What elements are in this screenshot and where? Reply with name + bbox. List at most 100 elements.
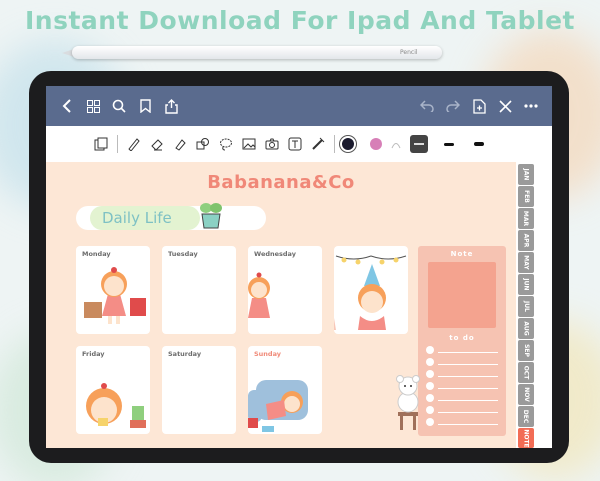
more-icon[interactable]	[518, 93, 544, 119]
month-tab-nov[interactable]: NOV	[518, 384, 534, 405]
redo-icon[interactable]	[440, 93, 466, 119]
month-tab-label: FEB	[522, 190, 530, 203]
month-tab-label: OCT	[522, 365, 530, 380]
day-card-party[interactable]	[334, 246, 408, 334]
pen-icon[interactable]	[125, 135, 143, 153]
grid-icon[interactable]	[80, 93, 106, 119]
month-tab-note[interactable]: NOTE	[518, 428, 534, 448]
stroke-width-selected[interactable]	[410, 135, 428, 153]
banner-headline: Instant Download For Ipad And Tablet	[24, 6, 576, 35]
month-tabs: JAN FEB MAR APR MAY JUN JUL AUG SEP OCT …	[516, 162, 552, 448]
undo-icon[interactable]	[414, 93, 440, 119]
close-icon[interactable]	[492, 93, 518, 119]
month-tab-label: JUN	[522, 278, 530, 291]
month-tab-apr[interactable]: APR	[518, 230, 534, 251]
back-icon[interactable]	[54, 93, 80, 119]
tablet-screen: Babanana&Co Daily Life Monday Tuesday We…	[46, 86, 552, 448]
month-tab-label: JUL	[522, 301, 530, 312]
month-tab-dec[interactable]: DEC	[518, 406, 534, 427]
camera-icon[interactable]	[263, 135, 281, 153]
party-girl-illustration	[334, 255, 407, 330]
planner-brand: Babanana&Co	[207, 172, 355, 193]
todo-line	[438, 400, 498, 401]
month-tab-jan[interactable]: JAN	[518, 164, 534, 185]
teddy-bear-illustration	[396, 375, 420, 430]
girl-sleeping-illustration	[248, 380, 308, 432]
pencil-label: Pencil	[400, 49, 418, 56]
add-page-icon[interactable]	[466, 93, 492, 119]
month-tab-label: MAR	[522, 210, 530, 227]
bookmark-icon[interactable]	[132, 93, 158, 119]
color-swatch-black[interactable]	[342, 138, 354, 150]
apple-pencil	[72, 46, 442, 59]
search-icon[interactable]	[106, 93, 132, 119]
day-label: Saturday	[168, 350, 202, 358]
todo-checkbox[interactable]	[426, 358, 434, 366]
section-title: Daily Life	[102, 209, 172, 227]
day-card-tuesday[interactable]: Tuesday	[162, 246, 236, 334]
todo-item[interactable]	[426, 406, 498, 414]
girl-waving-illustration	[248, 272, 270, 318]
toolbar-separator	[117, 135, 118, 153]
todo-line	[438, 388, 498, 389]
month-tab-label: JAN	[522, 168, 530, 181]
color-swatch-pink[interactable]	[370, 138, 382, 150]
todo-item[interactable]	[426, 346, 498, 354]
month-tab-jun[interactable]: JUN	[518, 274, 534, 295]
page-view-icon[interactable]	[92, 135, 110, 153]
month-tab-mar[interactable]: MAR	[518, 208, 534, 229]
month-tab-label: SEP	[522, 344, 530, 357]
month-tab-label: NOV	[522, 387, 530, 402]
todo-item[interactable]	[426, 370, 498, 378]
text-icon[interactable]	[286, 135, 304, 153]
lasso-icon[interactable]	[217, 135, 235, 153]
day-card-sunday[interactable]: Sunday	[248, 346, 322, 434]
month-tab-may[interactable]: MAY	[518, 252, 534, 273]
eraser-icon[interactable]	[148, 135, 166, 153]
month-tab-sep[interactable]: SEP	[518, 340, 534, 361]
note-panel: Note to do	[418, 246, 506, 436]
month-tab-oct[interactable]: OCT	[518, 362, 534, 383]
shapes-icon[interactable]	[194, 135, 212, 153]
top-navigation-bar	[46, 86, 552, 126]
share-icon[interactable]	[158, 93, 184, 119]
todo-item[interactable]	[426, 382, 498, 390]
day-card-monday[interactable]: Monday	[76, 246, 150, 334]
todo-checkbox[interactable]	[426, 346, 434, 354]
note-box[interactable]	[428, 262, 496, 328]
day-card-friday[interactable]: Friday	[76, 346, 150, 434]
todo-line	[438, 376, 498, 377]
drawing-toolbar	[46, 126, 552, 162]
month-tab-jul[interactable]: JUL	[518, 296, 534, 317]
plant-icon	[200, 203, 222, 229]
todo-line	[438, 424, 498, 425]
elements-icon[interactable]	[309, 135, 327, 153]
girl-coffee-illustration	[86, 383, 146, 428]
stroke-sample	[414, 143, 424, 145]
month-tab-label: NOTE	[522, 428, 530, 448]
todo-item[interactable]	[426, 418, 498, 426]
toolbar-separator	[334, 135, 335, 153]
stroke-width-medium[interactable]	[444, 142, 454, 146]
day-label: Tuesday	[168, 250, 198, 258]
month-tab-label: APR	[522, 233, 530, 248]
day-card-wednesday[interactable]: Wednesday	[248, 246, 322, 334]
girl-shopping-illustration	[84, 267, 146, 324]
month-tab-aug[interactable]: AUG	[518, 318, 534, 339]
stroke-width-thick[interactable]	[474, 142, 484, 146]
todo-line	[438, 364, 498, 365]
day-card-saturday[interactable]: Saturday	[162, 346, 236, 434]
month-tab-label: AUG	[522, 321, 530, 336]
month-tab-label: DEC	[522, 409, 530, 424]
image-icon[interactable]	[240, 135, 258, 153]
curve-icon[interactable]	[387, 135, 405, 153]
todo-line	[438, 352, 498, 353]
todo-line	[438, 412, 498, 413]
todo-label: to do	[449, 334, 475, 342]
note-label: Note	[450, 250, 474, 258]
planner-page[interactable]: Babanana&Co Daily Life Monday Tuesday We…	[46, 162, 516, 448]
month-tab-feb[interactable]: FEB	[518, 186, 534, 207]
todo-item[interactable]	[426, 394, 498, 402]
highlighter-icon[interactable]	[171, 135, 189, 153]
todo-item[interactable]	[426, 358, 498, 366]
